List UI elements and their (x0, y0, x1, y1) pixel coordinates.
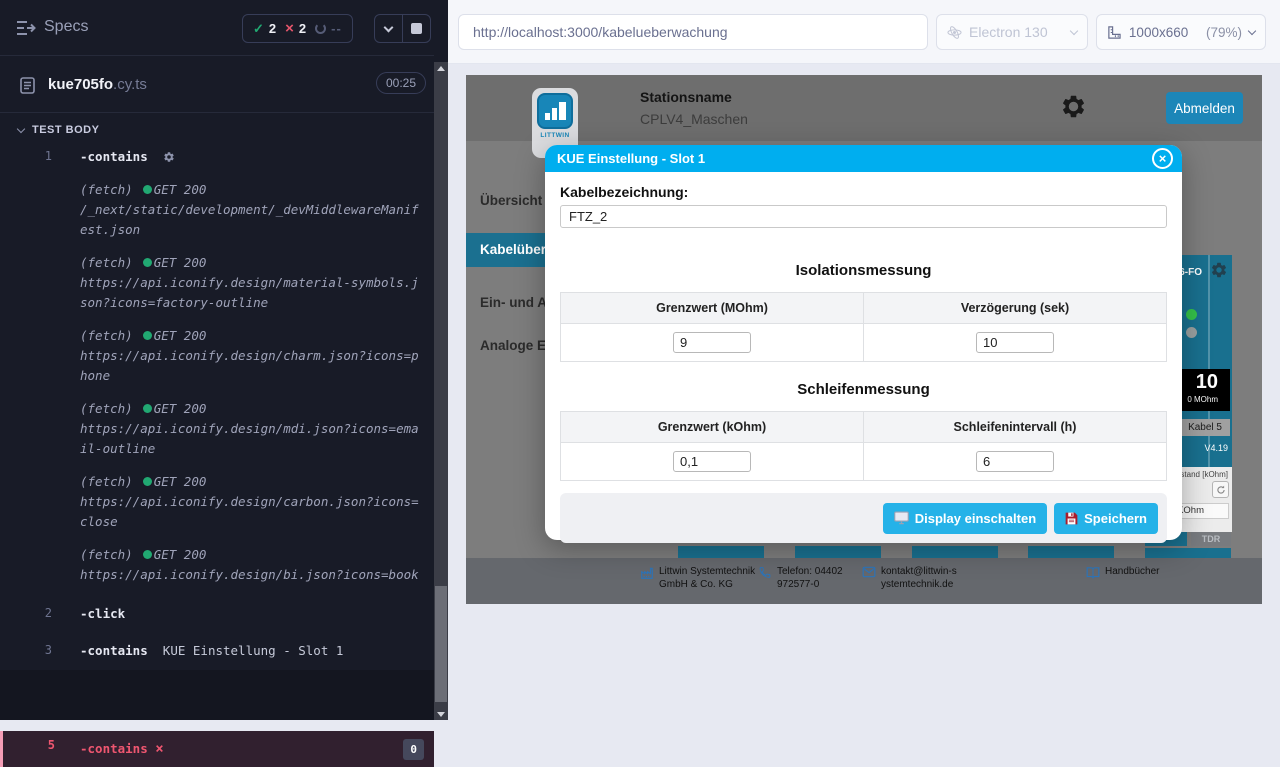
cable-name-input[interactable] (560, 205, 1167, 228)
check-icon: ✓ (253, 21, 264, 37)
station-name: CPLV4_Maschen (640, 111, 748, 127)
tdr-tab[interactable]: TDR (1191, 532, 1231, 546)
scroll-up-arrow[interactable] (434, 62, 448, 74)
card-gear-icon[interactable] (1210, 261, 1228, 279)
stat-failed: ×2 (285, 20, 306, 37)
command-row[interactable]: 1 -contains (0, 142, 434, 171)
app-header: Stationsname CPLV4_Maschen Abmelden (466, 75, 1262, 141)
network-log-row[interactable]: (fetch)GET 200https://api.iconify.design… (0, 322, 434, 390)
app-footer: Littwin Systemtechnik GmbH & Co. KG Tele… (466, 558, 1262, 604)
isolation-col1-header: Grenzwert (MOhm) (561, 293, 864, 324)
modal-title: KUE Einstellung - Slot 1 (545, 151, 705, 166)
footer-manuals[interactable]: Handbücher (1086, 565, 1159, 579)
modal-header: KUE Einstellung - Slot 1 × (545, 145, 1182, 172)
spec-duration: 00:25 (376, 72, 426, 94)
monitor-icon (894, 511, 909, 525)
command-row[interactable]: 3 -contains KUE Einstellung - Slot 1 (0, 636, 434, 665)
test-stats: ✓2 ×2 -- (242, 14, 353, 43)
isolation-table: Grenzwert (MOhm) Verzögerung (sek) (560, 292, 1167, 362)
run-controls (374, 14, 431, 43)
electron-icon (947, 25, 962, 40)
reporter-bottom-area (0, 670, 434, 720)
status-dot (143, 477, 152, 486)
reporter-header: Specs ✓2 ×2 -- (0, 0, 434, 56)
station-label: Stationsname (640, 89, 732, 105)
viewport-select[interactable]: 1000x660 (79%) (1096, 14, 1266, 50)
network-log-row[interactable]: (fetch)GET 200/_next/static/development/… (0, 176, 434, 244)
status-dot (143, 331, 152, 340)
factory-icon (640, 566, 654, 580)
loop-interval-input[interactable] (976, 451, 1054, 472)
chevron-down-icon (1248, 26, 1256, 34)
x-icon: × (285, 20, 294, 37)
status-dot (143, 404, 152, 413)
firmware-version: V4.19 (1204, 443, 1228, 453)
network-log-row[interactable]: (fetch)GET 200https://api.iconify.design… (0, 249, 434, 317)
test-body-toggle[interactable]: TEST BODY (18, 124, 99, 136)
isolation-limit-input[interactable] (673, 332, 751, 353)
chevron-down-icon (1070, 26, 1078, 34)
footer-company: Littwin Systemtechnik GmbH & Co. KG (640, 565, 762, 591)
loop-col2-header: Schleifenintervall (h) (864, 412, 1167, 443)
loop-col1-header: Grenzwert (kOhm) (561, 412, 864, 443)
fail-x-icon: × (155, 741, 163, 757)
footer-phone: Telefon: 04402 972577-0 (758, 565, 858, 591)
stat-pending: -- (315, 21, 342, 36)
chevron-down-icon (384, 22, 394, 32)
collapse-button[interactable] (375, 15, 402, 42)
phone-icon (758, 566, 772, 579)
logout-button[interactable]: Abmelden (1166, 92, 1243, 124)
save-floppy-icon (1065, 512, 1078, 525)
book-icon (1086, 566, 1100, 579)
email-icon (862, 566, 876, 578)
failed-command-row[interactable]: 5 -contains × 0 (0, 731, 434, 767)
gear-icon (163, 151, 175, 163)
command-row[interactable]: 2 -click (0, 599, 434, 628)
refresh-icon (1216, 485, 1226, 495)
url-input[interactable]: http://localhost:3000/kabelueberwachung (458, 14, 928, 50)
isolation-section-title: Isolationsmessung (560, 262, 1167, 279)
modal-footer: Display einschalten Speichern (560, 493, 1167, 543)
save-button[interactable]: Speichern (1054, 503, 1158, 534)
spec-file-icon (20, 77, 35, 99)
cable-name-label: Kabelbezeichnung: (560, 184, 1167, 200)
browser-toolbar: http://localhost:3000/kabelueberwachung … (448, 0, 1280, 64)
ruler-icon (1107, 25, 1122, 40)
stat-passed: ✓2 (253, 21, 276, 37)
spec-file-row[interactable]: kue705fo.cy.ts 00:25 (0, 57, 434, 113)
status-dot (143, 185, 152, 194)
settings-gear-icon[interactable] (1060, 93, 1087, 120)
loop-table: Grenzwert (kOhm) Schleifenintervall (h) (560, 411, 1167, 481)
kue-settings-modal: KUE Einstellung - Slot 1 × Kabelbezeichn… (545, 145, 1182, 540)
close-icon[interactable]: × (1152, 148, 1173, 169)
isolation-col2-header: Verzögerung (sek) (864, 293, 1167, 324)
specs-title[interactable]: Specs (44, 18, 88, 36)
display-on-button[interactable]: Display einschalten (883, 503, 1047, 534)
footer-email: kontakt@littwin-systemtechnik.de (862, 565, 958, 591)
scroll-down-arrow[interactable] (434, 708, 448, 720)
network-log-row[interactable]: (fetch)GET 200https://api.iconify.design… (0, 468, 434, 536)
network-log-row[interactable]: (fetch)GET 200https://api.iconify.design… (0, 541, 434, 589)
refresh-button[interactable] (1212, 481, 1229, 498)
status-led-gray (1186, 327, 1197, 338)
scrollbar-thumb[interactable] (435, 586, 447, 702)
spec-file-name: kue705fo.cy.ts (48, 76, 147, 93)
spinner-icon (315, 23, 326, 34)
isolation-delay-input[interactable] (976, 332, 1054, 353)
stop-icon (411, 23, 422, 34)
specs-list-icon[interactable] (16, 20, 36, 41)
retry-count-badge: 0 (403, 739, 424, 760)
status-dot (143, 258, 152, 267)
reporter-scrollbar[interactable] (434, 62, 448, 720)
loop-section-title: Schleifenmessung (560, 381, 1167, 398)
network-log-row[interactable]: (fetch)GET 200https://api.iconify.design… (0, 395, 434, 463)
status-led-green (1186, 309, 1197, 320)
status-dot (143, 550, 152, 559)
browser-select[interactable]: Electron 130 (936, 14, 1088, 50)
cypress-reporter-panel: Specs ✓2 ×2 -- kue705fo.cy.ts 00:25 TEST… (0, 0, 448, 720)
littwin-logo-icon (537, 93, 573, 129)
stop-button[interactable] (403, 15, 430, 42)
loop-limit-input[interactable] (673, 451, 751, 472)
chevron-down-icon (17, 124, 25, 132)
